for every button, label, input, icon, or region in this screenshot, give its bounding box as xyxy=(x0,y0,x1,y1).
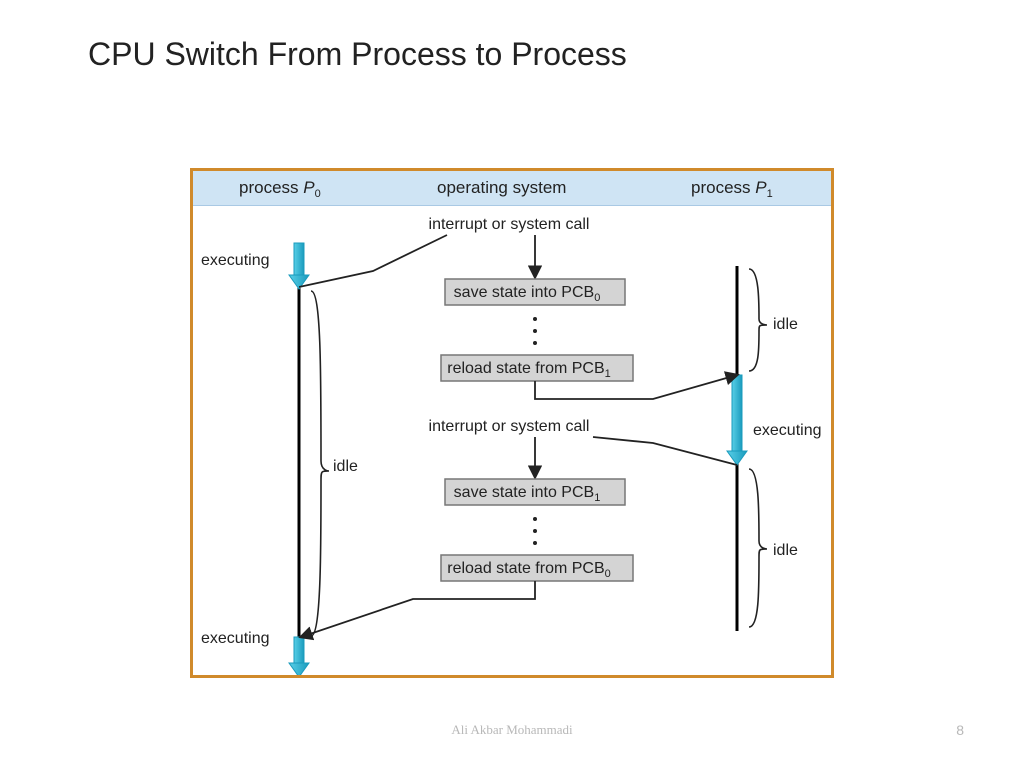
label-executing-bottom: executing xyxy=(201,630,270,647)
line-p0-to-int1 xyxy=(299,235,447,287)
ellipsis-dot xyxy=(533,341,537,345)
label-interrupt-1: interrupt or system call xyxy=(429,216,590,233)
line-box4-to-p0 xyxy=(301,581,535,637)
label-executing-right: executing xyxy=(753,422,822,439)
arrow-executing-p0-bottom xyxy=(289,637,309,675)
footer-author: Ali Akbar Mohammadi xyxy=(0,722,1024,738)
arrow-executing-p1 xyxy=(727,375,747,465)
label-executing-top: executing xyxy=(201,252,270,269)
footer-page-number: 8 xyxy=(956,722,964,738)
label-interrupt-2: interrupt or system call xyxy=(429,418,590,435)
ellipsis-dot xyxy=(533,317,537,321)
brace-idle-left xyxy=(311,291,329,636)
brace-idle-right-top xyxy=(749,269,767,371)
diagram-svg: interrupt or system call save state into… xyxy=(193,171,831,675)
context-switch-diagram: process P0 operating system process P1 xyxy=(190,168,834,678)
label-idle-left: idle xyxy=(333,458,358,475)
ellipsis-dot xyxy=(533,517,537,521)
ellipsis-dot xyxy=(533,529,537,533)
label-idle-right-top: idle xyxy=(773,316,798,333)
ellipsis-dot xyxy=(533,541,537,545)
slide: CPU Switch From Process to Process proce… xyxy=(0,0,1024,768)
label-idle-right-bot: idle xyxy=(773,542,798,559)
line-p1-to-int2 xyxy=(593,437,737,465)
page-title: CPU Switch From Process to Process xyxy=(88,36,627,73)
ellipsis-dot xyxy=(533,329,537,333)
brace-idle-right-bot xyxy=(749,469,767,627)
arrow-executing-p0-top xyxy=(289,243,309,289)
